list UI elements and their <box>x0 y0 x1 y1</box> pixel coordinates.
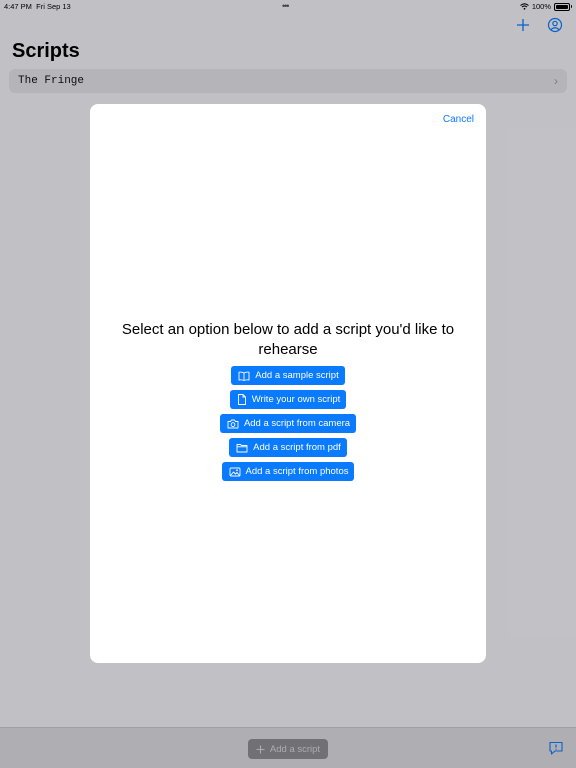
write-own-script-button[interactable]: Write your own script <box>229 390 347 409</box>
option-list: Add a sample script Write your own scrip… <box>90 366 486 481</box>
book-icon <box>238 371 250 381</box>
option-label: Write your own script <box>251 394 341 405</box>
option-label: Add a script from photos <box>245 466 349 477</box>
add-script-from-pdf-button[interactable]: Add a script from pdf <box>229 438 347 457</box>
modal-prompt: Select an option below to add a script y… <box>121 321 455 358</box>
option-label: Add a sample script <box>255 370 339 381</box>
option-label: Add a script from pdf <box>253 442 341 453</box>
camera-icon <box>227 419 239 428</box>
photo-icon <box>229 467 240 476</box>
add-sample-script-button[interactable]: Add a sample script <box>231 366 345 385</box>
add-script-modal: Cancel Select an option below to add a s… <box>90 104 486 663</box>
cancel-button[interactable]: Cancel <box>443 114 474 125</box>
folder-icon <box>236 443 248 452</box>
document-icon <box>237 394 246 405</box>
add-script-from-camera-button[interactable]: Add a script from camera <box>219 414 357 433</box>
option-label: Add a script from camera <box>243 418 351 429</box>
add-script-from-photos-button[interactable]: Add a script from photos <box>221 462 355 481</box>
